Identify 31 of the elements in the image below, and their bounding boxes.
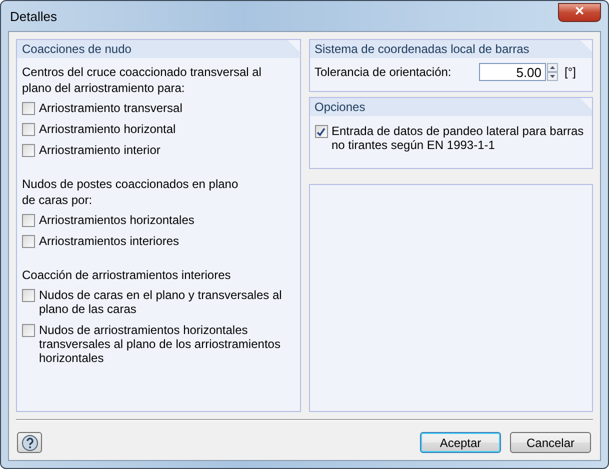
checkbox-label[interactable]: Arriostramientos horizontales xyxy=(39,213,194,227)
unit-label: [°] xyxy=(564,65,576,79)
checkbox-label[interactable]: Arriostramiento interior xyxy=(39,143,160,157)
checkbox[interactable] xyxy=(22,235,35,248)
window-title: Detalles xyxy=(9,8,57,24)
accept-button[interactable]: Aceptar xyxy=(420,432,501,453)
checkbox-label[interactable]: Nudos de arriostramientos horizontales transversales al plano de los arriostramientos horizontales xyxy=(39,323,294,365)
help-button[interactable] xyxy=(17,432,42,453)
panel-title: Coacciones de nudo xyxy=(17,40,300,58)
close-button[interactable]: × xyxy=(558,2,601,22)
field-label: Tolerancia de orientación: xyxy=(314,65,452,79)
panel-title: Opciones xyxy=(310,98,592,116)
checkbox[interactable] xyxy=(22,289,35,302)
group-heading: Nudos de postes coaccionados en plano de caras por: xyxy=(22,176,240,208)
checkbox-label[interactable]: Arriostramiento transversal xyxy=(39,101,182,115)
checkbox[interactable] xyxy=(22,214,35,227)
number-field[interactable]: 5.00 xyxy=(478,63,546,81)
cancel-button[interactable]: Cancelar xyxy=(510,432,591,453)
panel-title: Sistema de coordenadas local de barras xyxy=(310,40,592,58)
group-heading: Centros del cruce coaccionado transversal al plano del arriostramiento para: xyxy=(22,64,262,96)
spinner-icon[interactable] xyxy=(546,63,558,81)
group-heading: Coacción de arriostramientos interiores xyxy=(22,267,232,283)
checkbox[interactable] xyxy=(314,125,328,138)
checkbox[interactable] xyxy=(22,144,35,157)
checkbox-label[interactable]: Arriostramiento horizontal xyxy=(39,122,176,136)
checkbox[interactable] xyxy=(22,324,35,337)
checkbox[interactable] xyxy=(22,123,35,136)
checkbox-label[interactable]: Nudos de caras en el plano y transversales al plano de las caras xyxy=(39,288,294,316)
checkbox[interactable] xyxy=(22,102,35,115)
checkbox-label[interactable]: Arriostramientos interiores xyxy=(39,234,180,248)
checkbox-label[interactable]: Entrada de datos de pandeo lateral para barras no tirantes según EN 1993-1-1 xyxy=(332,124,586,152)
